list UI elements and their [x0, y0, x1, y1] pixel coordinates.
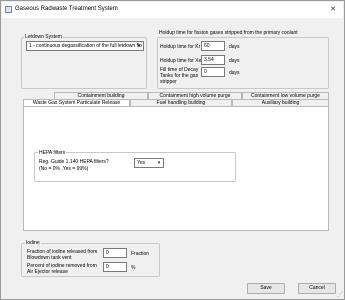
- close-button[interactable]: ✕: [324, 4, 342, 15]
- kr-input[interactable]: 60: [201, 41, 225, 51]
- letdown-select[interactable]: 1 - continuous degassification of the fu…: [26, 41, 144, 51]
- hepa-select-value: Yes: [137, 160, 146, 166]
- xe-label: Holdup time for Xe: [160, 58, 202, 64]
- letdown-select-value: 1 - continuous degassification of the fu…: [29, 43, 142, 49]
- ejector-unit: %: [131, 265, 136, 271]
- ejector-label: Percent of iodine removed from Air Eject…: [27, 263, 97, 275]
- hepa-question-note: (No = 0% ,Yes = 99%): [39, 166, 89, 172]
- resize-grip-icon[interactable]: ⋰: [337, 292, 344, 299]
- chevron-down-icon: ▾: [157, 160, 161, 166]
- hepa-question: Reg. Guide 1.140 HEPA filters?: [39, 159, 109, 165]
- hepa-group-label: HEPA filters: [38, 150, 67, 156]
- save-button[interactable]: Save: [247, 283, 285, 294]
- blowdown-unit: Fraction: [131, 251, 150, 257]
- fill-time-input[interactable]: 0: [201, 67, 225, 77]
- kr-unit: days: [229, 44, 240, 50]
- dialog-window: Gaseous Radwaste Treatment System ✕ Letd…: [0, 0, 345, 300]
- cancel-button[interactable]: Cancel: [298, 283, 336, 294]
- xe-input[interactable]: 3.54: [201, 55, 225, 65]
- blowdown-input[interactable]: 0: [103, 248, 127, 258]
- blowdown-label: Fraction of iodine released from Blowdow…: [27, 249, 98, 261]
- fill-time-unit: days: [229, 70, 240, 76]
- xe-unit: days: [229, 58, 240, 64]
- letdown-group-label: Letdown System: [24, 34, 63, 40]
- title-bar: Gaseous Radwaste Treatment System ✕: [2, 2, 343, 18]
- ejector-input[interactable]: 0: [103, 262, 127, 272]
- fill-time-label: Fill time of Decay Tanks for the gas str…: [160, 67, 199, 85]
- holdup-group-label: Holdup time for fission gases stripped f…: [158, 30, 299, 36]
- window-title: Gaseous Radwaste Treatment System: [15, 6, 118, 12]
- hepa-select[interactable]: Yes ▾: [134, 158, 164, 168]
- kr-label: Holdup time for Kr: [160, 44, 201, 50]
- chevron-down-icon: ▾: [137, 43, 141, 49]
- iodine-group-label: Iodine: [25, 240, 41, 246]
- app-icon: [5, 6, 12, 13]
